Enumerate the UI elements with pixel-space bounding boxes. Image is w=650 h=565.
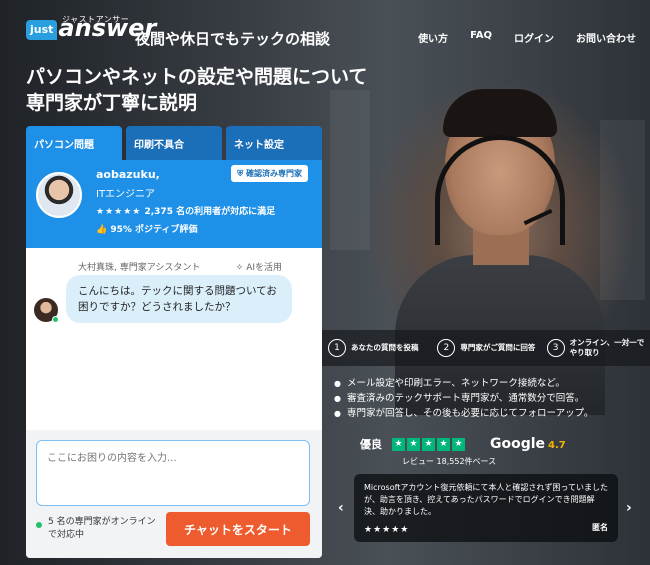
nav-contact[interactable]: お問い合わせ — [576, 30, 636, 45]
ai-flag: ✧ AIを活用 — [236, 260, 282, 273]
review-count: レビュー 18,552件ベース — [402, 457, 497, 466]
feature-item: 専門家が回答し、その後も必要に応じてフォローアップ。 — [334, 406, 593, 421]
expert-rating: ★★★★★ 2,375 名の利用者が対応に満足 — [96, 204, 275, 217]
step-number: 2 — [437, 339, 456, 357]
google-logo: Google — [490, 436, 546, 452]
chevron-right-icon[interactable]: › — [626, 500, 632, 516]
testimonial-text: Microsoftアカウント復元依頼にて本人と確認されず困っていましたが、助言を… — [364, 483, 609, 516]
hero-title: パソコンやネットの設定や問題について専門家が丁寧に説明 — [26, 66, 368, 114]
start-chat-button[interactable]: チャットをスタート — [166, 512, 310, 546]
feature-item: 審査済みのテックサポート専門家が、通常数分で回答。 — [334, 391, 593, 406]
step-label: オンライン、一対一でやり取り — [569, 338, 645, 357]
trustpilot-stars-icon: ★ ★ ★ ★ ★ — [392, 437, 465, 451]
trustpilot-rating[interactable]: 優良 ★ ★ ★ ★ ★ — [360, 436, 465, 452]
nav-faq[interactable]: FAQ — [470, 30, 492, 45]
step-number: 1 — [328, 339, 346, 357]
how-it-works-steps: 1 あなたの質問を投稿 2 専門家がご質問に回答 3 オンライン、一対一でやり取… — [322, 330, 650, 366]
online-status-dot — [52, 316, 59, 323]
expert-avatar — [36, 172, 82, 218]
positive-rating: 👍 95% ポジティブ評価 — [96, 222, 198, 235]
chat-message: こんにちは。テックに関する問題ついてお困りですか？どうされましたか？ — [66, 275, 292, 323]
sparkle-icon: ✧ — [235, 263, 244, 273]
assistant-label: 大村真珠, 専門家アシスタント — [78, 263, 201, 273]
tab-printer-problems[interactable]: 印刷不具合 — [126, 126, 222, 160]
verified-badge: ⛨ 確認済み専門家 — [231, 165, 308, 182]
step-item: 3 オンライン、一対一でやり取り — [541, 338, 650, 358]
expert-role: ITエンジニア — [96, 189, 156, 200]
tab-network-settings[interactable]: ネット設定 — [226, 126, 322, 160]
rating-stars: ★★★★★ — [96, 207, 142, 217]
feature-item: メール設定や印刷エラー、ネットワーク接続など。 — [334, 376, 593, 391]
step-item: 2 専門家がご質問に回答 — [431, 339, 540, 357]
thumbs-up-icon: 👍 — [96, 225, 108, 235]
ai-label: AIを活用 — [246, 263, 282, 273]
rating-text: 2,375 名の利用者が対応に満足 — [144, 207, 276, 217]
tab-pc-problems[interactable]: パソコン問題 — [26, 126, 122, 160]
chevron-left-icon[interactable]: ‹ — [338, 500, 344, 516]
online-experts-text: 5 名の専門家がオンラインで対応中 — [48, 517, 156, 540]
rating-label: 優良 — [360, 438, 382, 451]
window-pane — [600, 120, 645, 300]
testimonial-card: Microsoftアカウント復元依頼にて本人と確認されず困っていましたが、助言を… — [354, 474, 618, 542]
google-score: 4.7 — [548, 440, 566, 451]
step-number: 3 — [546, 339, 565, 357]
nav-login[interactable]: ログイン — [514, 30, 554, 45]
testimonial-author: 匿名 — [592, 523, 608, 532]
chat-input-area: 5 名の専門家がオンラインで対応中 チャットをスタート — [26, 430, 322, 558]
expert-panel: aobazuku, ITエンジニア ⛨ 確認済み専門家 ★★★★★ 2,375 … — [26, 160, 322, 248]
header-tagline: 夜間や休日でもテックの相談 — [135, 30, 331, 48]
expert-name: aobazuku, — [96, 168, 160, 181]
chat-card: aobazuku, ITエンジニア ⛨ 確認済み専門家 ★★★★★ 2,375 … — [26, 160, 322, 558]
question-input[interactable] — [36, 440, 310, 506]
logo-just: just — [26, 20, 58, 40]
step-label: あなたの質問を投稿 — [351, 343, 419, 352]
step-label: 専門家がご質問に回答 — [460, 343, 536, 352]
nav-how-to-use[interactable]: 使い方 — [418, 30, 448, 45]
shield-check-icon: ⛨ — [237, 169, 244, 178]
online-dot — [36, 522, 42, 528]
testimonial-stars: ★★★★★ — [364, 525, 410, 535]
feature-list: メール設定や印刷エラー、ネットワーク接続など。 審査済みのテックサポート専門家が… — [334, 376, 593, 421]
google-rating[interactable]: Google 4.7 — [490, 436, 566, 452]
logo-kana: ジャストアンサー — [62, 15, 130, 24]
verified-label: 確認済み専門家 — [246, 169, 302, 178]
top-nav: 使い方 FAQ ログイン お問い合わせ — [418, 30, 636, 45]
step-item: 1 あなたの質問を投稿 — [322, 339, 431, 357]
category-tabs: パソコン問題 印刷不具合 ネット設定 — [26, 126, 322, 160]
positive-text: 95% ポジティブ評価 — [110, 225, 198, 235]
